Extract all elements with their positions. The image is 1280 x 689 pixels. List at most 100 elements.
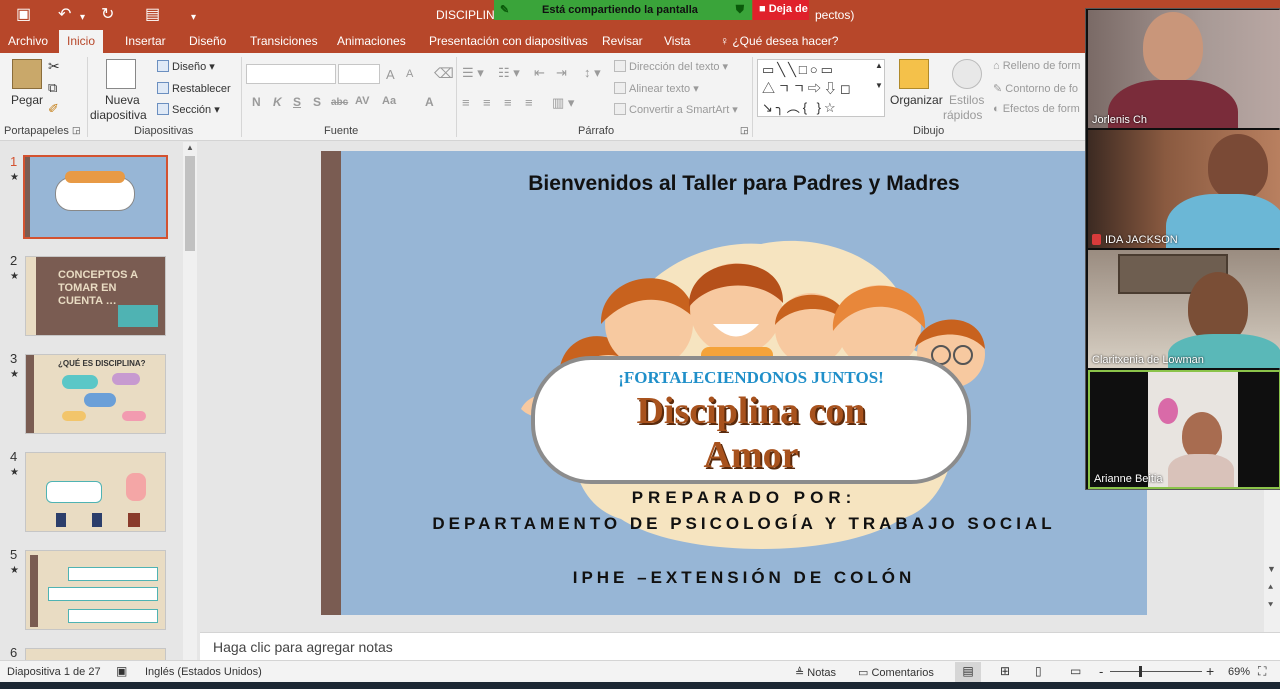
zoom-out-button[interactable]: -	[1099, 664, 1103, 679]
text-direction-button[interactable]: Dirección del texto ▾	[614, 60, 728, 73]
slide-sorter-icon[interactable]: ⊞	[1000, 664, 1010, 678]
quick-styles-label-1[interactable]: Estilos	[949, 93, 984, 107]
underline-button[interactable]: S	[293, 95, 301, 109]
new-slide-label-2[interactable]: diapositiva	[90, 108, 147, 122]
font-size-field[interactable]	[338, 64, 380, 84]
language-button[interactable]: Inglés (Estados Unidos)	[145, 666, 262, 678]
thumbnails-scrollbar[interactable]: ▲	[183, 142, 197, 660]
strikethrough-button[interactable]: abc	[331, 97, 348, 108]
tab-animaciones[interactable]: Animaciones	[329, 30, 414, 53]
next-slide-icon[interactable]: ⯆	[1267, 600, 1274, 611]
tab-vista[interactable]: Vista	[656, 30, 698, 53]
shapes-scroll-down-icon[interactable]: ▼	[875, 81, 883, 90]
cut-icon[interactable]: ✂	[48, 58, 60, 75]
customize-toolbar-icon[interactable]: ▾	[191, 8, 196, 28]
line-spacing-icon[interactable]: ↕ ▾	[584, 65, 601, 81]
normal-view-icon[interactable]: ▤	[955, 662, 981, 682]
shape-effects-button[interactable]: ◐ Efectos de form	[993, 103, 1080, 115]
undo-dropdown-icon[interactable]: ▾	[80, 8, 85, 28]
participant-tile[interactable]: Jorlenis Ch	[1088, 10, 1280, 128]
zoom-slider[interactable]	[1110, 671, 1202, 672]
participant-tile[interactable]: IDA JACKSON	[1088, 130, 1280, 248]
font-color-button[interactable]: A	[425, 95, 434, 109]
spellcheck-icon[interactable]: ▣	[116, 664, 127, 678]
align-text-button[interactable]: Alinear texto ▾	[614, 82, 699, 95]
redo-icon[interactable]: ↻	[101, 5, 114, 25]
numbering-icon[interactable]: ☷ ▾	[498, 65, 520, 81]
presentation-icon[interactable]: ▤	[145, 5, 160, 25]
shapes-scroll-up-icon[interactable]: ▲	[875, 61, 883, 70]
zoom-slider-thumb[interactable]	[1139, 666, 1142, 677]
scroll-down-icon[interactable]: ▼	[1267, 564, 1276, 574]
shapes-gallery[interactable]: ▭╲╲□○▭ △ㄱㄱ⇨⇩◻ ↘︎╮︵{ }☆	[757, 59, 885, 117]
slide-thumbnail-5[interactable]	[25, 550, 166, 630]
tell-me-search[interactable]: ♀ ¿Qué desea hacer?	[712, 30, 846, 53]
smartart-button[interactable]: Convertir a SmartArt ▾	[614, 103, 738, 116]
undo-icon[interactable]: ↶	[58, 5, 71, 25]
tab-revisar[interactable]: Revisar	[594, 30, 651, 53]
justify-icon[interactable]: ≡	[525, 95, 533, 110]
shrink-font-button[interactable]: A	[406, 68, 413, 80]
previous-slide-icon[interactable]: ⯅	[1267, 582, 1274, 593]
scroll-thumb[interactable]	[185, 156, 195, 251]
scroll-up-icon[interactable]: ▲	[186, 143, 194, 152]
quick-styles-icon[interactable]	[952, 59, 982, 89]
align-right-icon[interactable]: ≡	[504, 95, 512, 110]
columns-icon[interactable]: ▥ ▾	[552, 95, 574, 111]
align-left-icon[interactable]: ≡	[462, 95, 470, 110]
current-slide[interactable]: Bienvenidos al Taller para Padres y Madr…	[321, 151, 1147, 615]
italic-button[interactable]: K	[273, 95, 282, 109]
reading-view-icon[interactable]: ▯	[1035, 664, 1042, 678]
tab-transiciones[interactable]: Transiciones	[242, 30, 326, 53]
tab-inicio[interactable]: Inicio	[59, 30, 104, 53]
new-slide-icon[interactable]	[106, 59, 136, 89]
notes-button[interactable]: ≜ Notas	[795, 666, 836, 679]
participant-tile[interactable]: Claritxenia de Lowman	[1088, 250, 1280, 368]
align-center-icon[interactable]: ≡	[483, 95, 491, 110]
shadow-button[interactable]: S	[313, 95, 321, 109]
shape-fill-button[interactable]: ⌂ Relleno de form	[993, 60, 1080, 72]
paragraph-launcher-icon[interactable]: ◲	[740, 125, 749, 136]
clear-format-icon[interactable]: ⌫	[434, 65, 454, 82]
arrange-button[interactable]: Organizar	[890, 93, 943, 107]
tab-archivo[interactable]: Archivo	[0, 30, 56, 53]
clipboard-launcher-icon[interactable]: ◲	[72, 125, 81, 136]
pen-icon[interactable]: ✎	[500, 0, 509, 20]
fit-to-window-icon[interactable]: ⛶	[1258, 664, 1266, 679]
quick-styles-label-2[interactable]: rápidos	[943, 108, 982, 122]
bullets-icon[interactable]: ☰ ▾	[462, 65, 484, 81]
participant-tile-active[interactable]: Arianne Beitia	[1088, 370, 1280, 489]
bold-button[interactable]: N	[252, 95, 261, 109]
copy-icon[interactable]: ⧉	[48, 80, 57, 96]
notes-pane[interactable]: Haga clic para agregar notas	[200, 632, 1280, 660]
slide-thumbnail-1[interactable]	[23, 155, 168, 239]
shape-outline-button[interactable]: ✎ Contorno de fo	[993, 82, 1078, 95]
zoom-in-button[interactable]: +	[1206, 663, 1214, 679]
paste-icon[interactable]	[12, 59, 42, 89]
stop-share-button[interactable]: ■ Deja de	[753, 0, 809, 20]
slide-thumbnail-6[interactable]	[25, 648, 166, 660]
decrease-indent-icon[interactable]: ⇤	[534, 65, 545, 81]
paste-button[interactable]: Pegar	[11, 93, 43, 107]
zoom-level[interactable]: 69%	[1228, 666, 1250, 678]
char-spacing-button[interactable]: AV	[355, 95, 369, 107]
slideshow-icon[interactable]: ▭	[1070, 664, 1081, 678]
slide-thumbnail-4[interactable]	[25, 452, 166, 532]
layout-button[interactable]: Diseño ▾	[157, 60, 215, 73]
section-button[interactable]: Sección ▾	[157, 103, 220, 116]
increase-indent-icon[interactable]: ⇥	[556, 65, 567, 81]
change-case-button[interactable]: Aa	[382, 95, 396, 107]
new-slide-label-1[interactable]: Nueva	[105, 93, 140, 107]
save-icon[interactable]: ▣	[16, 5, 31, 25]
grow-font-button[interactable]: A	[386, 67, 395, 82]
tab-insertar[interactable]: Insertar	[117, 30, 174, 53]
format-painter-icon[interactable]: ✐	[48, 101, 59, 117]
font-name-field[interactable]	[246, 64, 336, 84]
comments-button[interactable]: ▭ Comentarios	[858, 666, 934, 679]
arrange-icon[interactable]	[899, 59, 929, 89]
tab-diseno[interactable]: Diseño	[181, 30, 234, 53]
tab-presentacion[interactable]: Presentación con diapositivas	[421, 30, 596, 53]
slide-thumbnail-3[interactable]: ¿QUÉ ES DISCIPLINA?	[25, 354, 166, 434]
reset-button[interactable]: Restablecer	[157, 82, 231, 95]
slide-thumbnail-2[interactable]: CONCEPTOS A TOMAR EN CUENTA …	[25, 256, 166, 336]
